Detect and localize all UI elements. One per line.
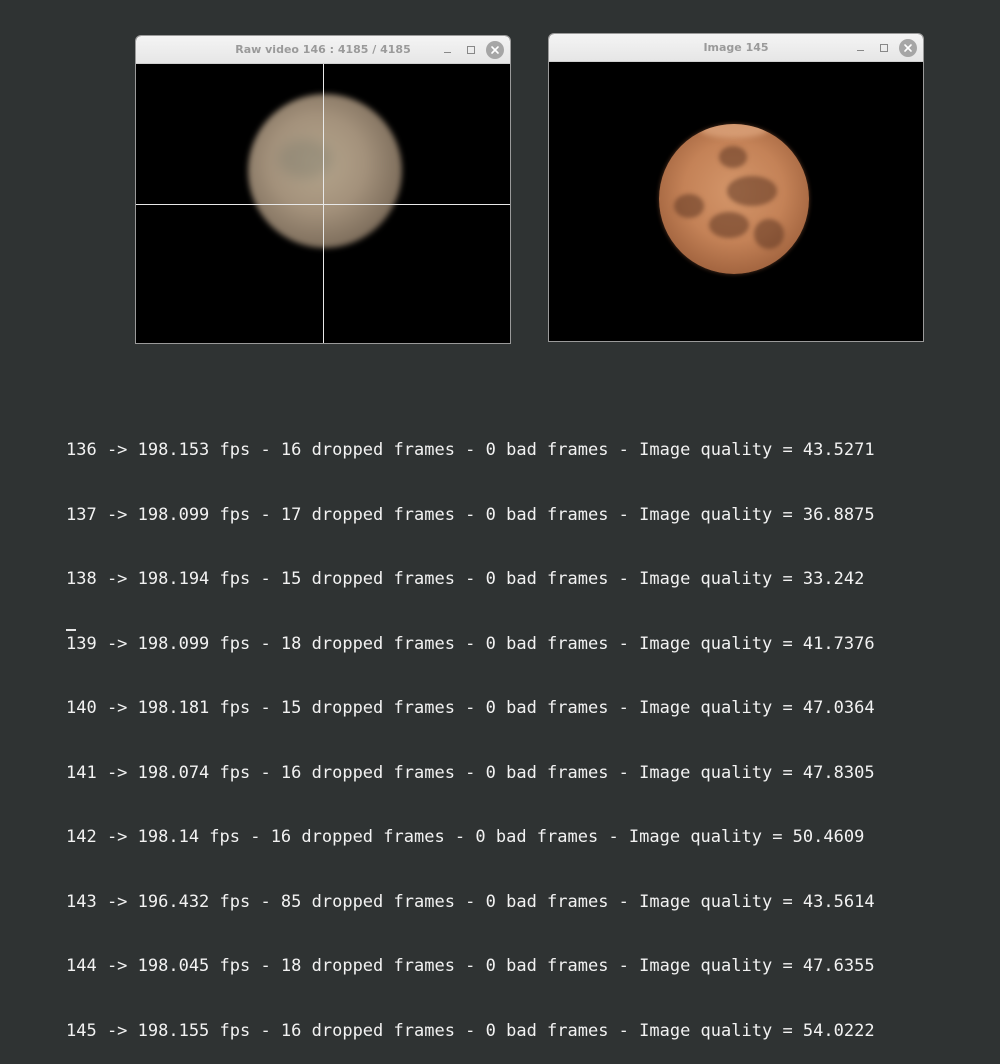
- console-line: 142 -> 198.14 fps - 16 dropped frames - …: [66, 827, 865, 847]
- console-line: 139 -> 198.099 fps - 18 dropped frames -…: [66, 633, 875, 654]
- console-line: 137 -> 198.099 fps - 17 dropped frames -…: [66, 504, 875, 525]
- maximize-icon[interactable]: [875, 39, 893, 57]
- raw-video-window[interactable]: Raw video 146 : 4185 / 4185: [135, 35, 511, 344]
- raw-planet-image: [248, 94, 402, 248]
- console-line: 136 -> 198.153 fps - 16 dropped frames -…: [66, 440, 875, 460]
- terminal-cursor: [66, 629, 76, 631]
- crosshair-horizontal: [136, 204, 510, 205]
- console-line: 144 -> 198.045 fps - 18 dropped frames -…: [66, 956, 875, 976]
- close-icon[interactable]: [899, 38, 917, 57]
- minimize-icon[interactable]: [851, 39, 869, 57]
- console-line: 138 -> 198.194 fps - 15 dropped frames -…: [66, 569, 865, 589]
- maximize-icon[interactable]: [462, 41, 480, 59]
- terminal-output: 136 -> 198.153 fps - 16 dropped frames -…: [66, 397, 875, 1064]
- image-window[interactable]: Image 145: [548, 33, 924, 342]
- raw-video-view: [136, 64, 510, 343]
- console-line: 140 -> 198.181 fps - 15 dropped frames -…: [66, 698, 875, 718]
- raw-video-titlebar[interactable]: Raw video 146 : 4185 / 4185: [136, 36, 510, 64]
- minimize-icon[interactable]: [438, 41, 456, 59]
- image-titlebar[interactable]: Image 145: [549, 34, 923, 62]
- image-view: [549, 62, 923, 341]
- close-icon[interactable]: [486, 40, 504, 59]
- console-line: 145 -> 198.155 fps - 16 dropped frames -…: [66, 1020, 875, 1041]
- console-line: 143 -> 196.432 fps - 85 dropped frames -…: [66, 891, 875, 912]
- console-line: 141 -> 198.074 fps - 16 dropped frames -…: [66, 762, 875, 783]
- processed-planet-image: [659, 124, 809, 274]
